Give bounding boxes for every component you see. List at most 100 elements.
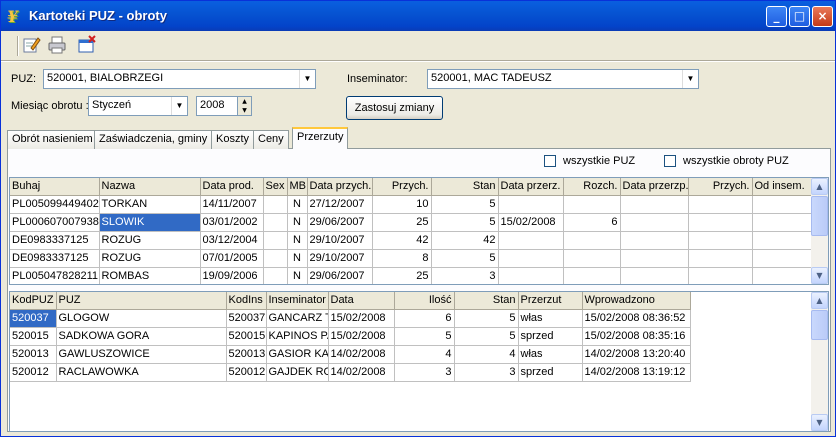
puz-select[interactable]: 520001, BIALOBRZEGI ▼ <box>43 69 316 89</box>
col-header[interactable]: Stan <box>431 178 499 196</box>
cell[interactable]: KAPINOS PA <box>266 327 329 346</box>
cell[interactable]: 5 <box>431 195 499 214</box>
bulls-grid[interactable]: Buhaj Nazwa Data prod. Sex MB Data przyc… <box>9 177 829 285</box>
cell[interactable]: włas <box>518 309 583 328</box>
col-header[interactable]: Od insem. <box>752 178 813 196</box>
cell[interactable] <box>263 195 288 214</box>
minimize-button[interactable]: _ <box>766 6 787 27</box>
cell[interactable]: 07/01/2005 <box>200 249 264 268</box>
col-header[interactable]: Data przerz. <box>498 178 564 196</box>
bottom-grid-scrollbar[interactable]: ▲ ▼ <box>811 292 828 431</box>
close-button[interactable]: × <box>812 6 833 27</box>
cell[interactable]: 15/02/2008 <box>328 309 395 328</box>
cell[interactable]: 4 <box>394 345 455 364</box>
chevron-down-icon[interactable]: ▼ <box>299 70 315 88</box>
tab-koszty[interactable]: Koszty <box>211 130 255 149</box>
inseminator-select[interactable]: 520001, MAC TADEUSZ ▼ <box>427 69 699 89</box>
title-bar[interactable]: ¥ Kartoteki PUZ - obroty _ □ × <box>1 1 835 31</box>
cell[interactable] <box>752 195 813 214</box>
cell[interactable]: 19/09/2006 <box>200 267 264 284</box>
cell[interactable]: 29/10/2007 <box>307 231 373 250</box>
all-obroty-checkbox[interactable] <box>664 155 676 167</box>
exit-icon[interactable] <box>77 35 97 55</box>
cell[interactable]: 520012 <box>226 363 267 382</box>
col-header[interactable]: Rozch. <box>563 178 621 196</box>
col-header[interactable]: Ilość <box>394 292 455 310</box>
col-header[interactable]: Nazwa <box>99 178 201 196</box>
cell[interactable] <box>620 213 689 232</box>
cell[interactable]: N <box>287 231 308 250</box>
apply-button[interactable]: Zastosuj zmiany <box>346 96 443 120</box>
col-header[interactable]: Wprowadzono <box>582 292 691 310</box>
table-row[interactable]: PL000607007938 SLOWIK 03/01/2002 N 29/06… <box>10 213 813 232</box>
cell[interactable] <box>563 231 621 250</box>
table-row[interactable]: 520013 GAWLUSZOWICE 520013 GASIOR KAZ 14… <box>10 345 691 364</box>
cell[interactable]: 5 <box>454 327 519 346</box>
col-header[interactable]: Data prod. <box>200 178 264 196</box>
cell[interactable] <box>752 213 813 232</box>
cell[interactable]: włas <box>518 345 583 364</box>
col-header[interactable]: KodIns <box>226 292 267 310</box>
cell[interactable] <box>263 267 288 284</box>
cell[interactable] <box>263 231 288 250</box>
cell[interactable]: 520037 <box>226 309 267 328</box>
cell[interactable] <box>620 195 689 214</box>
cell[interactable] <box>498 231 564 250</box>
cell[interactable]: 25 <box>372 213 432 232</box>
scroll-down-icon[interactable]: ▼ <box>811 414 828 431</box>
month-select[interactable]: Styczeń ▼ <box>88 96 188 116</box>
cell[interactable] <box>563 249 621 268</box>
col-header[interactable]: Sex <box>263 178 288 196</box>
cell[interactable]: 29/10/2007 <box>307 249 373 268</box>
print-icon[interactable] <box>47 35 67 55</box>
cell[interactable] <box>688 249 753 268</box>
table-row[interactable]: 520015 SADKOWA GORA 520015 KAPINOS PA 15… <box>10 327 691 346</box>
cell[interactable]: 520015 <box>226 327 267 346</box>
edit-icon[interactable] <box>21 35 41 55</box>
cell[interactable]: 25 <box>372 267 432 284</box>
cell[interactable] <box>752 249 813 268</box>
cell[interactable]: 15/02/2008 08:36:52 <box>582 309 691 328</box>
cell[interactable]: 03/01/2002 <box>200 213 264 232</box>
cell[interactable]: N <box>287 249 308 268</box>
cell[interactable]: 520015 <box>10 327 57 346</box>
col-header[interactable]: Data przych. <box>307 178 373 196</box>
selected-cell[interactable]: 520037 <box>10 309 57 328</box>
col-header[interactable]: PUZ <box>56 292 227 310</box>
cell[interactable]: 14/02/2008 <box>328 345 395 364</box>
cell[interactable] <box>498 195 564 214</box>
scroll-thumb[interactable] <box>811 196 828 236</box>
cell[interactable]: 42 <box>431 231 499 250</box>
cell[interactable]: 3 <box>454 363 519 382</box>
cell[interactable]: sprzed <box>518 327 583 346</box>
tab-obrot-nasieniem[interactable]: Obrót nasieniem <box>7 130 98 149</box>
cell[interactable] <box>620 249 689 268</box>
cell[interactable]: N <box>287 195 308 214</box>
cell[interactable]: 3 <box>431 267 499 284</box>
chevron-down-icon[interactable]: ▼ <box>171 97 187 115</box>
cell[interactable] <box>688 267 753 284</box>
cell[interactable]: TORKAN <box>99 195 201 214</box>
cell[interactable]: GASIOR KAZ <box>266 345 329 364</box>
cell[interactable]: 14/11/2007 <box>200 195 264 214</box>
cell[interactable]: sprzed <box>518 363 583 382</box>
cell[interactable] <box>620 267 689 284</box>
col-header[interactable]: Przerzut <box>518 292 583 310</box>
cell[interactable]: 14/02/2008 13:19:12 <box>582 363 691 382</box>
cell[interactable]: 5 <box>454 309 519 328</box>
cell[interactable]: 14/02/2008 <box>328 363 395 382</box>
scroll-down-icon[interactable]: ▼ <box>811 267 828 284</box>
cell[interactable]: 27/12/2007 <box>307 195 373 214</box>
all-puz-checkbox[interactable] <box>544 155 556 167</box>
cell[interactable]: GAWLUSZOWICE <box>56 345 227 364</box>
table-row[interactable]: 520012 RACLAWOWKA 520012 GAJDEK RO 14/02… <box>10 363 691 382</box>
cell[interactable] <box>498 267 564 284</box>
cell[interactable]: ROMBAS <box>99 267 201 284</box>
col-header[interactable]: Buhaj <box>10 178 100 196</box>
col-header[interactable]: Inseminator <box>266 292 329 310</box>
cell[interactable]: SADKOWA GORA <box>56 327 227 346</box>
spin-down-icon[interactable]: ▼ <box>238 106 251 115</box>
cell[interactable] <box>688 231 753 250</box>
cell[interactable]: 4 <box>454 345 519 364</box>
cell[interactable]: 5 <box>394 327 455 346</box>
